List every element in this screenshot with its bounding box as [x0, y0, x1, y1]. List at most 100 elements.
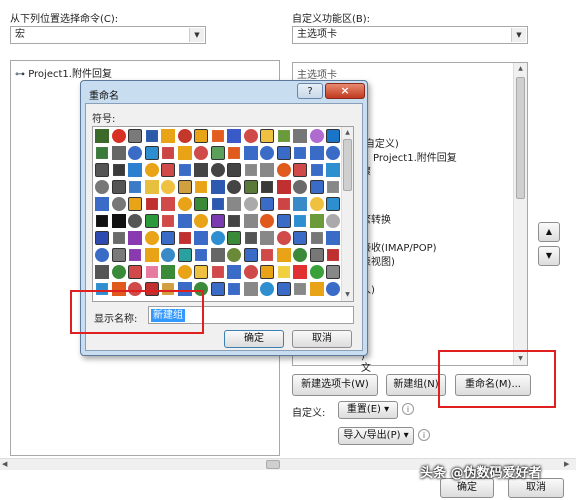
symbol-icon[interactable]: [194, 265, 208, 279]
scroll-down-icon[interactable]: ▼: [342, 289, 353, 301]
scroll-thumb[interactable]: [343, 139, 352, 191]
symbol-icon[interactable]: [310, 232, 323, 244]
customize-ribbon-combo[interactable]: 主选项卡 ▼: [292, 26, 528, 44]
symbol-icon[interactable]: [293, 231, 307, 245]
symbol-icon[interactable]: [161, 231, 175, 245]
symbol-icon[interactable]: [177, 146, 192, 160]
symbol-icon[interactable]: [144, 231, 159, 245]
symbol-icon[interactable]: [128, 214, 142, 228]
symbol-icon[interactable]: [194, 146, 208, 160]
symbol-icon[interactable]: [276, 163, 291, 177]
symbol-scrollbar[interactable]: ▲ ▼: [341, 127, 353, 301]
symbol-icon[interactable]: [210, 146, 225, 160]
symbol-icon[interactable]: [276, 248, 291, 262]
scroll-left-icon[interactable]: ◀: [2, 460, 7, 468]
symbol-icon[interactable]: [326, 129, 340, 143]
symbol-icon[interactable]: [111, 146, 126, 160]
symbol-icon[interactable]: [178, 232, 191, 244]
symbol-icon[interactable]: [95, 197, 109, 211]
symbol-icon[interactable]: [211, 130, 224, 142]
symbol-icon[interactable]: [309, 214, 324, 228]
ribbon-tree-scrollbar[interactable]: ▲ ▼: [513, 63, 527, 365]
symbol-icon[interactable]: [145, 198, 158, 210]
symbol-icon[interactable]: [210, 214, 225, 228]
symbol-icon[interactable]: [260, 197, 274, 211]
symbol-icon[interactable]: [260, 163, 274, 177]
symbol-icon[interactable]: [96, 215, 108, 227]
chevron-down-icon[interactable]: ▼: [189, 28, 204, 42]
new-tab-button[interactable]: 新建选项卡(W): [292, 374, 378, 396]
list-item[interactable]: ⊶ Project1.附件回复: [15, 65, 112, 80]
info-icon[interactable]: i: [418, 429, 430, 441]
symbol-icon[interactable]: [111, 180, 126, 194]
move-down-button[interactable]: ▼: [538, 246, 560, 266]
symbol-icon[interactable]: [243, 180, 258, 194]
symbol-icon[interactable]: [276, 231, 291, 245]
symbol-icon[interactable]: [144, 163, 159, 177]
symbol-icon[interactable]: [161, 129, 175, 143]
symbol-icon[interactable]: [128, 129, 142, 143]
symbol-icon[interactable]: [129, 249, 141, 261]
symbol-icon[interactable]: [260, 146, 274, 160]
symbol-icon[interactable]: [326, 282, 340, 296]
symbol-icon[interactable]: [144, 180, 159, 194]
symbol-icon[interactable]: [211, 266, 224, 278]
tree-item[interactable]: Project1.附件回复: [373, 149, 457, 164]
symbol-icon[interactable]: [95, 248, 109, 262]
symbol-icon[interactable]: [96, 147, 108, 159]
help-button[interactable]: ?: [297, 83, 323, 99]
symbol-icon[interactable]: [227, 231, 241, 245]
symbol-icon[interactable]: [144, 146, 159, 160]
reset-button[interactable]: 重置(E) ▾: [338, 401, 398, 419]
symbol-icon[interactable]: [228, 215, 240, 227]
symbol-icon[interactable]: [162, 147, 174, 159]
symbol-icon[interactable]: [227, 248, 241, 262]
symbol-icon[interactable]: [228, 147, 240, 159]
symbol-icon[interactable]: [276, 146, 291, 160]
symbol-icon[interactable]: [111, 214, 126, 228]
symbol-icon[interactable]: [161, 163, 175, 177]
symbol-icon[interactable]: [243, 265, 258, 279]
symbol-icon[interactable]: [111, 129, 126, 143]
symbol-icon[interactable]: [177, 248, 192, 262]
symbol-icon[interactable]: [111, 197, 126, 211]
symbol-icon[interactable]: [327, 249, 339, 261]
import-export-button[interactable]: 导入/导出(P) ▾: [338, 427, 414, 445]
symbol-icon[interactable]: [161, 265, 175, 279]
symbol-icon[interactable]: [128, 163, 142, 177]
symbol-icon[interactable]: [326, 163, 340, 177]
symbol-icon[interactable]: [277, 266, 290, 278]
symbol-icon[interactable]: [243, 214, 258, 228]
symbol-icon[interactable]: [276, 214, 291, 228]
tree-item[interactable]: 接收(IMAP/POP): [361, 239, 437, 254]
symbol-icon[interactable]: [195, 181, 207, 193]
symbol-icon[interactable]: [128, 231, 142, 245]
symbol-icon[interactable]: [293, 163, 307, 177]
symbol-icon[interactable]: [261, 249, 273, 261]
tree-item[interactable]: 文: [361, 359, 371, 374]
symbol-icon[interactable]: [194, 163, 208, 177]
symbol-icon[interactable]: [326, 214, 340, 228]
symbol-icon[interactable]: [194, 129, 208, 143]
symbol-icon[interactable]: [128, 265, 142, 279]
symbol-icon[interactable]: [309, 282, 324, 296]
symbol-icon[interactable]: [161, 197, 175, 211]
symbol-icon[interactable]: [260, 129, 274, 143]
symbol-icon[interactable]: [294, 215, 306, 227]
commands-combo[interactable]: 宏 ▼: [10, 26, 206, 44]
symbol-icon[interactable]: [195, 249, 207, 261]
move-up-button[interactable]: ▲: [538, 222, 560, 242]
symbol-icon[interactable]: [260, 214, 274, 228]
symbol-icon[interactable]: [227, 129, 241, 143]
scroll-up-icon[interactable]: ▲: [514, 63, 527, 75]
symbol-icon[interactable]: [194, 231, 208, 245]
symbol-icon[interactable]: [177, 265, 192, 279]
symbol-icon[interactable]: [210, 282, 225, 296]
info-icon[interactable]: i: [402, 403, 414, 415]
scroll-thumb[interactable]: [516, 77, 525, 199]
symbol-icon[interactable]: [327, 181, 339, 193]
symbol-icon[interactable]: [111, 248, 126, 262]
symbol-icon[interactable]: [243, 248, 258, 262]
symbol-icon[interactable]: [112, 164, 125, 176]
symbol-icon[interactable]: [211, 198, 224, 210]
